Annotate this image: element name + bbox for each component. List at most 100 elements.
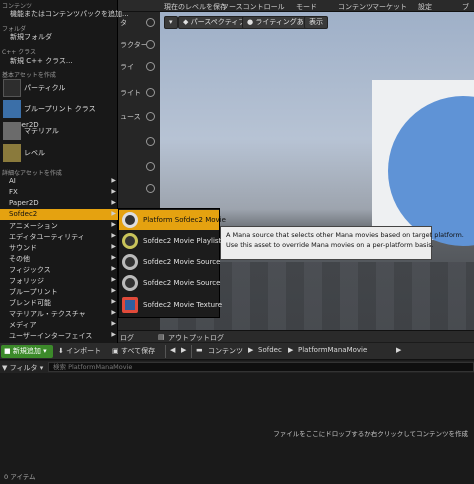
gear-icon[interactable]: [146, 62, 155, 71]
gear-icon[interactable]: [146, 184, 155, 193]
menu-item-other[interactable]: その他 ▶: [0, 253, 118, 264]
tab-log[interactable]: ログ: [120, 333, 134, 343]
modes-label[interactable]: ライ: [120, 62, 134, 72]
submenu-item-movie-texture[interactable]: Sofdec2 Movie Texture: [119, 295, 222, 315]
menu-item-new-folder[interactable]: 新規フォルダ: [0, 31, 118, 42]
menu-item-label: Sofdec2: [9, 210, 38, 218]
menu-item-label: ブループリント: [9, 288, 58, 296]
breadcrumb-content[interactable]: コンテンツ: [208, 346, 243, 356]
modes-label[interactable]: タ: [120, 18, 127, 28]
submenu-item-platform-sofdec2-movie[interactable]: Platform Sofdec2 Movie: [119, 210, 226, 230]
content-button[interactable]: コンテンツ: [338, 2, 373, 12]
menu-item-sound[interactable]: サウンド ▶: [0, 242, 118, 253]
market-button[interactable]: マーケット: [372, 2, 407, 12]
menu-item-label: ユーザーインターフェイス: [9, 332, 93, 340]
chevron-right-icon: ▶: [111, 188, 116, 195]
submenu-item-label: Platform Sofdec2 Movie: [143, 216, 226, 224]
menu-item-level[interactable]: レベル: [0, 143, 118, 164]
menu-item-physics[interactable]: フィジックス ▶: [0, 264, 118, 275]
content-browser-asset-area[interactable]: ファイルをここにドロップするか右クリックしてコンテンツを作成 0 アイテム: [0, 373, 474, 484]
menu-item-media[interactable]: メディア ▶: [0, 319, 118, 330]
gear-icon[interactable]: [146, 162, 155, 171]
source-control-button[interactable]: ソースコントロール: [222, 2, 285, 12]
chevron-right-icon: ▶: [111, 254, 116, 261]
import-label: インポート: [66, 347, 102, 355]
submenu-item-label: Sofdec2 Movie Source: [143, 258, 221, 266]
menu-item-label: 機能またはコンテンツパックを追加...: [10, 10, 129, 18]
modes-label[interactable]: ュース: [120, 112, 141, 122]
chevron-right-icon: ▶: [111, 320, 116, 327]
import-button[interactable]: ⬇ インポート: [58, 346, 101, 356]
gear-icon[interactable]: [146, 112, 155, 121]
chevron-right-icon: ▶: [248, 346, 254, 354]
chevron-right-icon: ▶: [111, 232, 116, 239]
movie-source-icon: [122, 254, 138, 270]
menu-item-editor-utility[interactable]: エディタユーティリティ ▶: [0, 231, 118, 242]
menu-item-fx[interactable]: FX ▶: [0, 187, 118, 198]
gear-icon[interactable]: [146, 88, 155, 97]
log-tabs: ログ ▤ アウトプットログ: [118, 330, 474, 342]
menu-item-particle[interactable]: パーティクル: [0, 78, 118, 99]
divider: [165, 345, 166, 358]
search-input[interactable]: 検索 PlatformManaMovie: [48, 362, 474, 372]
item-count: 0 アイテム: [4, 473, 36, 481]
menu-item-paper2d[interactable]: Paper2D ▶: [0, 198, 118, 209]
chevron-right-icon: ▶: [111, 309, 116, 316]
submenu-item-movie-source[interactable]: Sofdec2 Movie Source: [119, 252, 221, 272]
modes-label[interactable]: ラクター: [120, 40, 148, 50]
blueprint-icon: [3, 100, 21, 118]
menu-item-label: マテリアル: [24, 127, 59, 135]
add-new-button[interactable]: ■ 新規追加 ▾: [1, 345, 53, 358]
back-arrow-icon[interactable]: ◀: [170, 346, 175, 354]
viewport-options-button[interactable]: ▾: [164, 16, 178, 29]
tab-output-log[interactable]: アウトプットログ: [168, 333, 224, 343]
chevron-right-icon: ▶: [288, 346, 294, 354]
menu-item-label: マテリアル・テクスチャ: [9, 310, 86, 318]
menu-item-label: エディタユーティリティ: [9, 233, 85, 241]
breadcrumb-platform-mana-movie[interactable]: PlatformManaMovie: [298, 346, 367, 354]
sofdec2-submenu: Platform Sofdec2 Movie Sofdec2 Movie Pla…: [118, 208, 226, 318]
menu-item-label: フォリッジ: [9, 277, 44, 285]
modes-label[interactable]: ライト: [120, 88, 141, 98]
tooltip-line: Use this asset to override Mana movies o…: [226, 241, 434, 249]
settings-button[interactable]: 設定: [418, 2, 432, 12]
menu-item-add-feature-pack[interactable]: 機能またはコンテンツパックを追加...: [0, 8, 129, 19]
tooltip-line: A Mana source that selects other Mana mo…: [226, 231, 464, 239]
gear-icon[interactable]: [146, 18, 155, 27]
chevron-right-icon: ▶: [111, 265, 116, 272]
menu-item-material-texture[interactable]: マテリアル・テクスチャ ▶: [0, 308, 118, 319]
filter-bar: ▼ フィルタ ▾ 検索 PlatformManaMovie: [0, 361, 474, 373]
save-all-button[interactable]: ▣ すべて保存: [112, 346, 155, 356]
filter-button[interactable]: ▼ フィルタ ▾: [2, 363, 43, 373]
modes-button[interactable]: モード: [296, 2, 317, 12]
submenu-item-movie-playlist[interactable]: Sofdec2 Movie Playlist: [119, 231, 221, 251]
add-new-label: 新規追加: [12, 347, 41, 355]
menu-item-blueprint[interactable]: ブループリント ▶: [0, 286, 118, 297]
menu-item-sofdec2[interactable]: Sofdec2 ▶: [0, 209, 118, 220]
gear-icon[interactable]: [146, 137, 155, 146]
material-icon: [3, 122, 21, 140]
gear-icon[interactable]: [146, 40, 155, 49]
submenu-item-movie-source[interactable]: Sofdec2 Movie Source: [119, 273, 220, 293]
save-level-button[interactable]: 現在のレベルを保存: [164, 2, 227, 12]
menu-item-animation[interactable]: アニメーション ▶: [0, 220, 118, 231]
chevron-right-icon: ▶: [111, 221, 116, 228]
menu-item-new-cpp[interactable]: 新規 C++ クラス...: [0, 55, 118, 66]
menu-item-material[interactable]: マテリアル: [0, 121, 118, 142]
drop-hint: ファイルをここにドロップするか右クリックしてコンテンツを作成: [273, 430, 468, 438]
blueprint-button[interactable]: ブ: [462, 2, 469, 12]
chevron-right-icon: ▶: [111, 243, 116, 250]
forward-arrow-icon[interactable]: ▶: [181, 346, 186, 354]
menu-item-label: メディア: [9, 321, 37, 329]
breadcrumb-sofdec[interactable]: Sofdec: [258, 346, 282, 354]
menu-item-label: パーティクル: [24, 84, 66, 92]
menu-item-ai[interactable]: AI ▶: [0, 176, 118, 187]
menu-item-user-interface[interactable]: ユーザーインターフェイス ▶: [0, 330, 118, 341]
menu-item-blendable[interactable]: ブレンド可能 ▶: [0, 297, 118, 308]
divider: [191, 345, 192, 358]
perspective-button[interactable]: ◆ パースペクティブ: [178, 16, 251, 29]
output-log-icon: ▤: [158, 333, 165, 341]
show-button[interactable]: 表示: [304, 16, 328, 29]
menu-item-foliage[interactable]: フォリッジ ▶: [0, 275, 118, 286]
menu-item-blueprint-class[interactable]: ブループリント クラス: [0, 99, 118, 120]
